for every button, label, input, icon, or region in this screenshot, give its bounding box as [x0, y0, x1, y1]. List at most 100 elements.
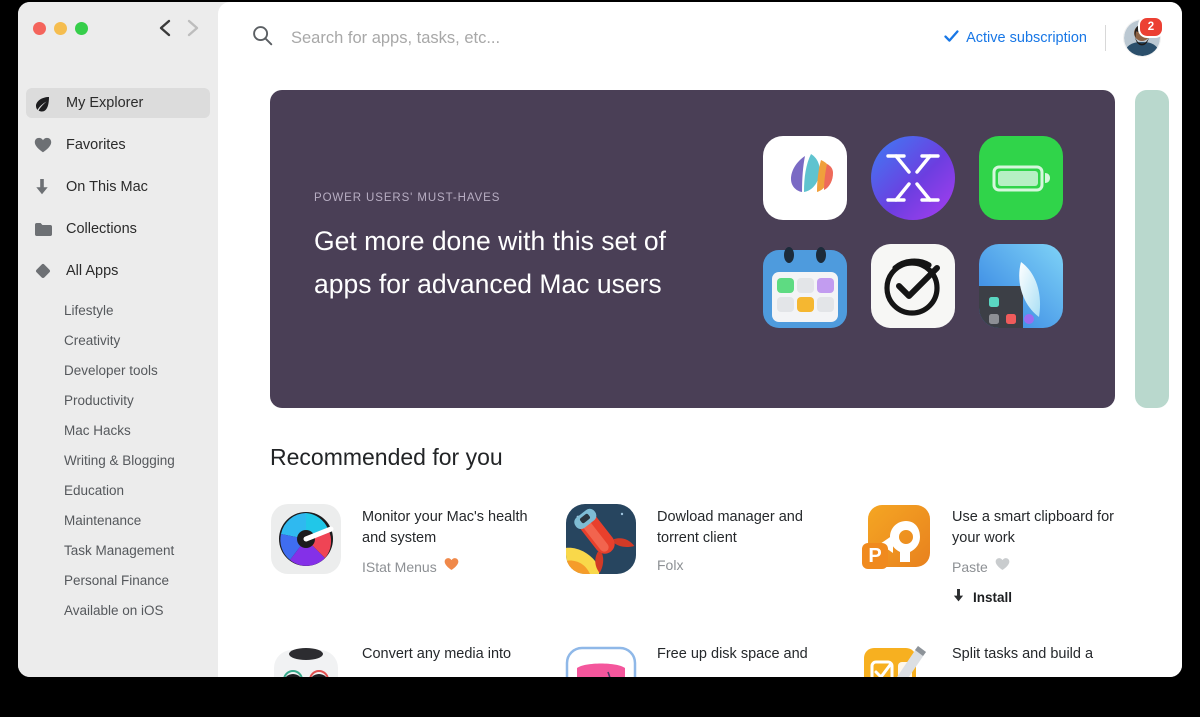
sidebar-item-label: Writing & Blogging — [64, 452, 175, 468]
app-card[interactable]: Dowload manager and torrent client Folx — [565, 503, 860, 606]
app-description: Monitor your Mac's health and system — [362, 509, 528, 547]
sidebar-item-favorites[interactable]: Favorites — [26, 130, 210, 160]
app-name: Folx — [657, 557, 684, 574]
install-button[interactable]: Install — [952, 588, 1127, 606]
sidebar-item-my-explorer[interactable]: My Explorer — [26, 88, 210, 118]
permute-robot-icon[interactable] — [270, 640, 342, 677]
heart-icon[interactable] — [444, 557, 459, 576]
toolbar-divider — [1105, 25, 1106, 51]
endurance-battery-app-icon[interactable] — [977, 134, 1065, 222]
search-bar[interactable] — [252, 25, 944, 51]
app-name: Paste — [952, 558, 988, 575]
app-card-body: Dowload manager and torrent client Folx — [657, 503, 832, 573]
app-card-body: Split tasks and build a — [952, 640, 1127, 665]
active-subscription-status[interactable]: Active subscription — [944, 29, 1087, 47]
heart-icon[interactable] — [995, 557, 1010, 576]
sidebar-item-maintenance[interactable]: Maintenance — [26, 508, 210, 532]
app-window: My Explorer Favorites On This Mac Collec… — [18, 2, 1182, 677]
sidebar-item-label: Favorites — [66, 137, 126, 153]
sidebar-item-label: Education — [64, 482, 125, 498]
sidebar-item-label: Available on iOS — [64, 602, 164, 618]
cleanmymac-icon[interactable] — [565, 640, 637, 677]
install-label: Install — [973, 589, 1013, 605]
sidebar-item-on-this-mac[interactable]: On This Mac — [26, 172, 210, 202]
taskpaper-icon[interactable] — [860, 640, 932, 677]
svg-text:P: P — [868, 545, 881, 567]
sidebar-item-label: All Apps — [66, 263, 119, 279]
download-icon — [952, 588, 965, 606]
app-description: Convert any media into — [362, 646, 512, 663]
diamond-icon — [34, 262, 56, 280]
sidebar-item-all-apps[interactable]: All Apps — [26, 256, 210, 286]
sidebar-item-personal-finance[interactable]: Personal Finance — [26, 568, 210, 592]
section-title: Recommended for you — [270, 444, 503, 470]
sidebar: My Explorer Favorites On This Mac Collec… — [18, 2, 218, 677]
app-name: IStat Menus — [362, 558, 437, 575]
sidebar-item-education[interactable]: Education — [26, 478, 210, 502]
app-card-body: Free up disk space and — [657, 640, 832, 665]
sidebar-item-label: Personal Finance — [64, 572, 170, 588]
navigation-arrows — [158, 18, 200, 38]
app-meta: Paste — [952, 557, 1127, 576]
sidebar-item-label: Task Management — [64, 542, 175, 558]
checkmark-icon — [944, 29, 959, 47]
sidebar-item-available-on-ios[interactable]: Available on iOS — [26, 598, 210, 622]
app-card[interactable]: Split tasks and build a — [860, 640, 1155, 677]
zoom-window-button[interactable] — [75, 22, 88, 35]
timing-app-icon[interactable] — [869, 242, 957, 330]
subscription-label: Active subscription — [966, 30, 1087, 46]
sidebar-item-lifestyle[interactable]: Lifestyle — [26, 298, 210, 322]
istat-menus-icon[interactable] — [270, 503, 342, 575]
cleanshot-app-icon[interactable] — [977, 242, 1065, 330]
search-icon — [252, 25, 273, 51]
content-pane: Active subscription — [218, 2, 1182, 677]
hero-app-icons — [761, 134, 1065, 330]
app-card[interactable]: Monitor your Mac's health and system ISt… — [270, 503, 565, 606]
folder-icon — [34, 222, 56, 237]
hero-text-block: POWER USERS' MUST-HAVES Get more done wi… — [270, 192, 714, 306]
mosaic-app-icon[interactable] — [869, 134, 957, 222]
search-input[interactable] — [289, 27, 813, 49]
sidebar-item-productivity[interactable]: Productivity — [26, 388, 210, 412]
sidebar-item-label: Collections — [66, 221, 137, 237]
sidebar-item-label: Creativity — [64, 332, 121, 348]
app-meta: IStat Menus — [362, 557, 537, 576]
folx-icon[interactable] — [565, 503, 637, 575]
carousel-next-card[interactable] — [1135, 90, 1169, 408]
forward-arrow-icon[interactable] — [186, 18, 200, 38]
sidebar-item-label: Lifestyle — [64, 302, 114, 318]
sidebar-item-writing-and-blogging[interactable]: Writing & Blogging — [26, 448, 210, 472]
scroll-area[interactable]: POWER USERS' MUST-HAVES Get more done wi… — [218, 74, 1182, 677]
sidebar-item-list: My Explorer Favorites On This Mac Collec… — [18, 88, 218, 628]
sidebar-item-task-management[interactable]: Task Management — [26, 538, 210, 562]
sidebar-item-label: Mac Hacks — [64, 422, 131, 438]
featured-carousel[interactable]: POWER USERS' MUST-HAVES Get more done wi… — [218, 74, 1182, 408]
sidebar-item-label: On This Mac — [66, 179, 148, 195]
close-window-button[interactable] — [33, 22, 46, 35]
recommended-grid: Monitor your Mac's health and system ISt… — [270, 503, 1182, 677]
sidebar-item-label: Developer tools — [64, 362, 158, 378]
sidebar-item-collections[interactable]: Collections — [26, 214, 210, 244]
app-meta: Folx — [657, 557, 832, 573]
app-description: Dowload manager and torrent client — [657, 509, 803, 547]
app-card[interactable]: Free up disk space and — [565, 640, 860, 677]
heart-icon — [34, 137, 56, 153]
minimize-window-button[interactable] — [54, 22, 67, 35]
app-card[interactable]: P Use a smart clipboard for your work Pa… — [860, 503, 1155, 606]
paste-icon[interactable]: P — [860, 503, 932, 575]
back-arrow-icon[interactable] — [158, 18, 172, 38]
traffic-light-controls — [33, 22, 88, 35]
app-card-body: Monitor your Mac's health and system ISt… — [362, 503, 537, 576]
sidebar-item-developer-tools[interactable]: Developer tools — [26, 358, 210, 382]
sidebar-item-creativity[interactable]: Creativity — [26, 328, 210, 352]
sidebar-item-label: Maintenance — [64, 512, 142, 528]
hero-banner[interactable]: POWER USERS' MUST-HAVES Get more done wi… — [270, 90, 1115, 408]
account-avatar[interactable]: 2 — [1124, 16, 1164, 56]
app-description: Free up disk space and — [657, 646, 808, 663]
sidebar-item-mac-hacks[interactable]: Mac Hacks — [26, 418, 210, 442]
sidebar-item-label: Productivity — [64, 392, 134, 408]
app-card[interactable]: Convert any media into — [270, 640, 565, 677]
notification-badge[interactable]: 2 — [1138, 16, 1164, 38]
calendar-app-icon[interactable] — [761, 242, 849, 330]
craft-app-icon[interactable] — [761, 134, 849, 222]
